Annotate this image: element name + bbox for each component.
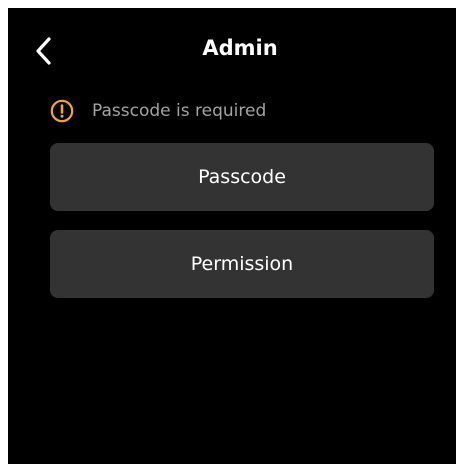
passcode-button[interactable]: Passcode	[50, 143, 434, 211]
page-title: Admin	[202, 36, 278, 60]
warning-message: Passcode is required	[50, 96, 266, 126]
permission-button[interactable]: Permission	[50, 230, 434, 298]
passcode-button-label: Passcode	[198, 166, 286, 188]
warning-text: Passcode is required	[92, 101, 267, 121]
exclamation-circle-icon	[50, 99, 74, 123]
header-bar: Admin	[8, 8, 456, 88]
admin-screen: Admin Passcode is required Passcode Perm…	[8, 8, 456, 464]
permission-button-label: Permission	[190, 253, 294, 275]
